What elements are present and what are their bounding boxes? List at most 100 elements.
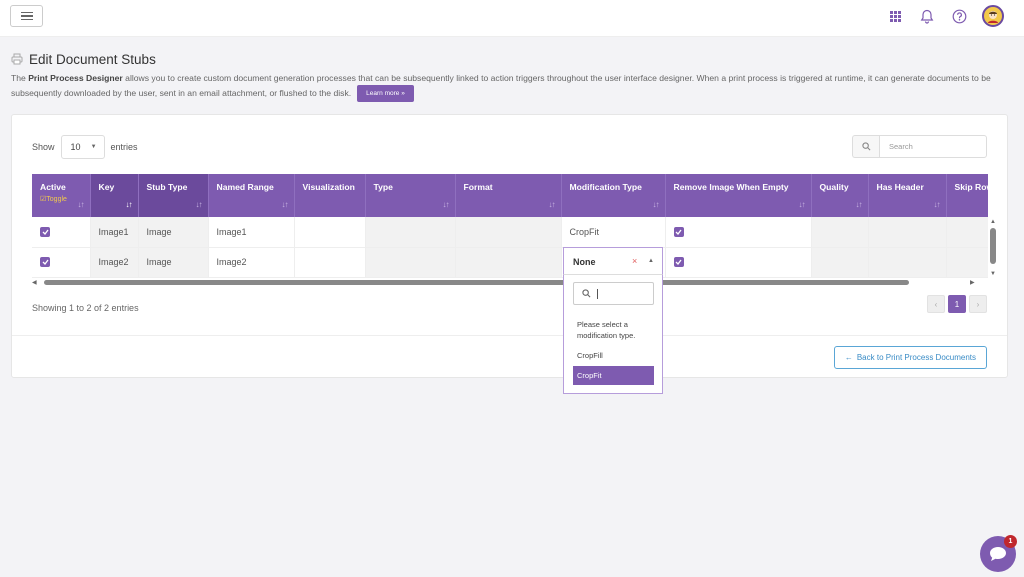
col-header-stub-type[interactable]: Stub Type ↓↑ <box>138 174 209 217</box>
col-header-type[interactable]: Type ↓↑ <box>365 174 456 217</box>
format-cell <box>455 247 562 278</box>
divider <box>12 335 1007 336</box>
page-1-button[interactable]: 1 <box>948 295 966 313</box>
chevron-right-icon: › <box>976 299 980 309</box>
active-checkbox[interactable] <box>40 257 50 268</box>
col-header-modification-type[interactable]: Modification Type ↓↑ <box>561 174 666 217</box>
sort-icon: ↓↑ <box>933 200 941 209</box>
modification-type-select[interactable]: None × ▲ <box>563 247 663 275</box>
clear-selection-icon[interactable]: × <box>632 256 637 266</box>
help-icon[interactable] <box>950 7 968 25</box>
horizontal-scroll-thumb[interactable] <box>44 280 909 285</box>
stubs-table: Active ☑Toggle ↓↑ Key ↓↑ Stub Type ↓↑ Named … <box>32 174 988 278</box>
scroll-right-icon[interactable]: ▶ <box>970 280 975 286</box>
format-cell <box>455 217 562 248</box>
stub-type-cell: Image <box>138 217 209 248</box>
sort-icon: ↓↑ <box>195 200 203 209</box>
user-avatar-icon[interactable] <box>982 5 1004 27</box>
key-cell: Image1 <box>90 217 139 248</box>
apps-grid-icon[interactable] <box>886 7 904 25</box>
scroll-down-icon[interactable]: ▼ <box>990 271 996 277</box>
vertical-scroll-thumb[interactable] <box>990 228 996 264</box>
remove-image-checkbox[interactable] <box>673 257 684 268</box>
quality-cell <box>811 217 869 248</box>
remove-image-cell <box>665 217 812 248</box>
pagination: ‹ 1 › <box>927 295 987 313</box>
prev-page-button[interactable]: ‹ <box>927 295 945 313</box>
bell-icon[interactable] <box>918 7 936 25</box>
col-header-has-header[interactable]: Has Header ↓↑ <box>868 174 947 217</box>
entries-select[interactable]: 10 ▼ <box>60 135 105 159</box>
chat-notification-badge: 1 <box>1004 535 1017 548</box>
modification-type-dropdown: Please select a modification type. CropF… <box>563 274 663 394</box>
dropdown-hint: Please select a modification type. <box>577 320 636 340</box>
sort-icon: ↓↑ <box>652 200 660 209</box>
table-row: Image2 Image Image2 <box>32 247 988 278</box>
col-header-visualization[interactable]: Visualization <box>294 174 366 217</box>
skip-rows-cell <box>946 247 988 278</box>
checkmark-icon <box>675 259 682 266</box>
remove-image-checkbox[interactable] <box>673 227 684 238</box>
top-icons <box>886 5 1004 27</box>
sort-icon: ↓↑ <box>442 200 450 209</box>
skip-rows-cell <box>946 217 988 248</box>
hamburger-menu-button[interactable] <box>10 5 43 27</box>
horizontal-scrollbar[interactable]: ◀ ▶ <box>32 278 988 287</box>
page-header: Edit Document Stubs The Print Process De… <box>11 52 1011 102</box>
col-header-active[interactable]: Active ☑Toggle ↓↑ <box>32 174 91 217</box>
checkmark-icon <box>42 229 49 236</box>
table-viewport: Active ☑Toggle ↓↑ Key ↓↑ Stub Type ↓↑ Named … <box>32 174 988 287</box>
sort-icon: ↓↑ <box>281 200 289 209</box>
search-button[interactable] <box>852 135 879 158</box>
col-header-remove-image[interactable]: Remove Image When Empty ↓↑ <box>665 174 812 217</box>
stubs-card: Show 10 ▼ entries Active☑Toggle↓↑ Key↓↑ … <box>11 114 1008 378</box>
back-to-documents-button[interactable]: ← Back to Print Process Documents <box>833 346 987 369</box>
learn-more-button[interactable]: Learn more » <box>357 85 414 102</box>
sort-icon: ↓↑ <box>77 200 85 209</box>
col-header-skip-rows[interactable]: Skip Rows <box>946 174 988 217</box>
search-icon <box>582 289 591 298</box>
chat-bubble-icon <box>990 547 1006 561</box>
scroll-up-icon[interactable]: ▲ <box>990 219 996 225</box>
entries-control: Show 10 ▼ entries <box>32 135 138 159</box>
sort-icon: ↓↑ <box>855 200 863 209</box>
option-cropfit[interactable]: CropFit <box>573 366 654 385</box>
has-header-cell <box>868 247 947 278</box>
active-checkbox[interactable] <box>40 227 50 238</box>
caret-down-icon: ▼ <box>90 144 97 150</box>
vertical-scrollbar[interactable]: ▲ ▼ <box>988 219 998 277</box>
chevron-left-icon: ‹ <box>934 299 938 309</box>
stub-type-cell: Image <box>138 247 209 278</box>
scroll-left-icon[interactable]: ◀ <box>32 280 37 286</box>
toggle-all-button[interactable]: ☑Toggle <box>40 195 82 203</box>
next-page-button[interactable]: › <box>969 295 987 313</box>
col-header-named-range[interactable]: Named Range ↓↑ <box>208 174 295 217</box>
visualization-cell[interactable] <box>294 217 366 248</box>
remove-image-cell <box>665 247 812 278</box>
named-range-cell[interactable]: Image1 <box>208 217 295 248</box>
table-row: Image1 Image Image1 CropFit <box>32 217 988 248</box>
checkmark-icon <box>675 229 682 236</box>
quality-cell <box>811 247 869 278</box>
search-input[interactable] <box>879 135 987 158</box>
active-cell <box>32 217 91 248</box>
type-cell <box>365 247 456 278</box>
hamburger-menu-icon <box>20 11 33 14</box>
option-cropfill[interactable]: CropFill <box>573 346 654 365</box>
dropdown-search-input[interactable] <box>573 282 654 305</box>
page-title: Edit Document Stubs <box>29 52 156 67</box>
col-header-quality[interactable]: Quality ↓↑ <box>811 174 869 217</box>
col-header-key[interactable]: Key ↓↑ <box>90 174 139 217</box>
type-cell <box>365 217 456 248</box>
top-bar <box>0 0 1024 37</box>
caret-up-icon[interactable]: ▲ <box>648 258 654 264</box>
key-cell: Image2 <box>90 247 139 278</box>
sort-icon: ↓↑ <box>798 200 806 209</box>
named-range-cell[interactable]: Image2 <box>208 247 295 278</box>
sort-asc-icon: ↓↑ <box>125 200 133 209</box>
checkmark-icon <box>42 259 49 266</box>
table-info: Showing 1 to 2 of 2 entries <box>32 303 139 313</box>
col-header-format[interactable]: Format ↓↑ <box>455 174 562 217</box>
modification-type-cell[interactable]: CropFit <box>561 217 666 248</box>
visualization-cell[interactable] <box>294 247 366 278</box>
